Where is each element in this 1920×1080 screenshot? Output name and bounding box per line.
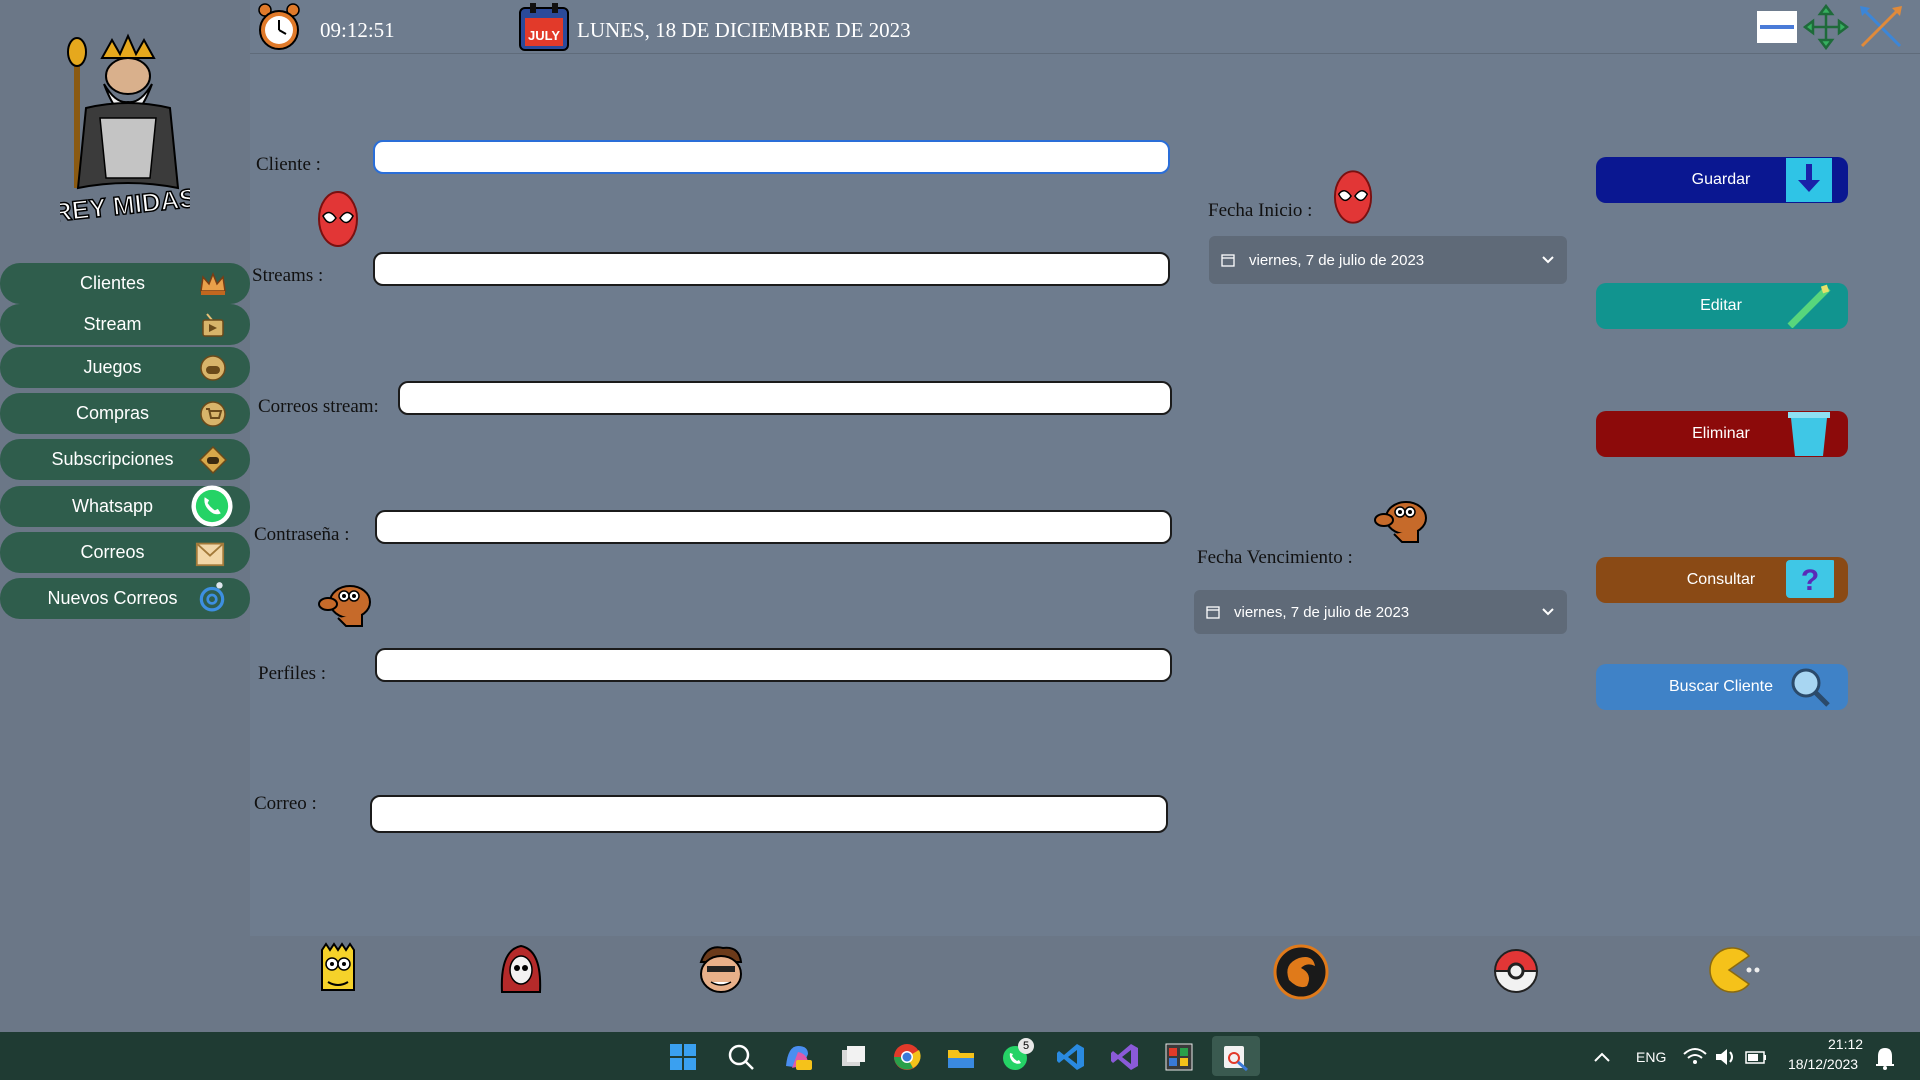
sidebar-item-subscripciones[interactable]: Subscripciones: [0, 439, 250, 480]
cartoon-face-icon: [699, 946, 743, 993]
svg-text:?: ?: [1801, 564, 1819, 597]
windows-taskbar: 5 ENG 21:12 18/12/2023: [0, 1032, 1920, 1080]
taskbar-clock-date[interactable]: 18/12/2023: [1788, 1056, 1858, 1072]
maximize-icon[interactable]: [1803, 4, 1849, 50]
correo-label: Correo :: [254, 793, 317, 814]
correos-stream-input[interactable]: [398, 381, 1172, 415]
notification-bell-icon[interactable]: [1874, 1042, 1896, 1072]
at-sign-icon: [199, 582, 225, 612]
sidebar: REY MIDAS Clientes Stream Juegos Compras…: [0, 0, 250, 936]
cliente-label: Cliente :: [256, 154, 321, 175]
wifi-icon[interactable]: [1682, 1042, 1708, 1072]
taskbar-clock-time[interactable]: 21:12: [1828, 1036, 1863, 1052]
fecha-inicio-label: Fecha Inicio :: [1208, 200, 1313, 221]
whatsapp-badge: 5: [1018, 1038, 1034, 1054]
sidebar-item-correos[interactable]: Correos: [0, 532, 250, 573]
editar-button[interactable]: Editar: [1596, 283, 1848, 329]
fecha-inicio-picker[interactable]: viernes, 7 de julio de 2023: [1209, 236, 1567, 284]
cart-icon: [200, 401, 226, 427]
subscription-icon: [198, 445, 228, 475]
search-icon[interactable]: [726, 1042, 756, 1072]
chevron-down-icon: [1542, 256, 1554, 264]
spiderman-mask-icon: [1333, 170, 1373, 224]
fecha-inicio-value: viernes, 7 de julio de 2023: [1249, 251, 1425, 269]
pencil-icon: [1787, 284, 1831, 328]
sidebar-item-stream[interactable]: Stream: [0, 304, 250, 345]
bottom-mascot-strip: [0, 936, 1920, 1032]
sidebar-item-juegos[interactable]: Juegos: [0, 347, 250, 388]
alarm-clock-icon: [258, 3, 300, 50]
cartoon-dog-icon: [318, 585, 371, 627]
calendar-small-icon: [1206, 606, 1220, 619]
rey-midas-logo: REY MIDAS: [60, 33, 190, 223]
minimize-icon[interactable]: [1754, 4, 1800, 50]
chevron-up-icon[interactable]: [1592, 1042, 1612, 1072]
top-bar: 09:12:51 JULY LUNES, 18 DE DICIEMBRE DE …: [250, 0, 1920, 54]
vscode-icon[interactable]: [1056, 1042, 1086, 1072]
task-view-icon[interactable]: [838, 1042, 868, 1072]
chevron-down-icon: [1542, 608, 1554, 616]
visual-studio-icon[interactable]: [1110, 1042, 1140, 1072]
snipping-tool-icon[interactable]: [1220, 1042, 1250, 1072]
current-date: LUNES, 18 DE DICIEMBRE DE 2023: [577, 18, 911, 42]
bart-simpson-icon: [321, 942, 355, 991]
consultar-button[interactable]: Consultar ?: [1596, 557, 1848, 603]
hooded-skull-icon: [500, 944, 542, 993]
contrasena-input[interactable]: [375, 510, 1172, 544]
streams-input[interactable]: [373, 252, 1170, 286]
app-grid-icon[interactable]: [1164, 1042, 1194, 1072]
close-icon[interactable]: [1858, 4, 1904, 50]
gamepad-icon: [200, 355, 226, 381]
volume-icon[interactable]: [1714, 1042, 1738, 1072]
perfiles-input[interactable]: [375, 648, 1172, 682]
calendar-icon: JULY: [519, 3, 569, 51]
magnifier-icon: [1791, 668, 1830, 707]
pokeball-icon: [1493, 949, 1539, 993]
correos-stream-label: Correos stream:: [258, 396, 379, 417]
eliminar-button[interactable]: Eliminar: [1596, 411, 1848, 457]
cartoon-dog-icon: [1374, 501, 1427, 543]
crown-icon: [200, 271, 226, 295]
main-panel: 09:12:51 JULY LUNES, 18 DE DICIEMBRE DE …: [250, 0, 1920, 936]
envelope-icon: [195, 542, 225, 567]
contrasena-label: Contraseña :: [254, 524, 350, 545]
streams-label: Streams :: [252, 265, 324, 286]
guardar-button[interactable]: Guardar: [1596, 157, 1848, 203]
fecha-vencimiento-label: Fecha Vencimiento :: [1197, 547, 1353, 568]
pacman-icon: [1709, 947, 1760, 993]
cliente-input[interactable]: [373, 140, 1170, 174]
sidebar-item-nuevos-correos[interactable]: Nuevos Correos: [0, 578, 250, 619]
sidebar-item-whatsapp[interactable]: Whatsapp: [0, 485, 250, 527]
correo-input[interactable]: [370, 795, 1168, 833]
chrome-icon[interactable]: [892, 1042, 922, 1072]
sidebar-item-compras[interactable]: Compras: [0, 393, 250, 434]
fecha-vencimiento-value: viernes, 7 de julio de 2023: [1234, 603, 1410, 621]
sidebar-item-clientes[interactable]: Clientes: [0, 263, 250, 304]
mortal-kombat-icon: [1273, 944, 1329, 1000]
tv-icon: [202, 313, 224, 337]
trash-bin-icon: [1788, 412, 1830, 456]
calendar-badge: JULY: [528, 28, 560, 43]
whatsapp-icon: [191, 485, 233, 527]
fecha-vencimiento-picker[interactable]: viernes, 7 de julio de 2023: [1194, 590, 1567, 634]
buscar-cliente-button[interactable]: Buscar Cliente: [1596, 664, 1848, 710]
language-indicator[interactable]: ENG: [1636, 1049, 1666, 1065]
download-arrow-icon: [1786, 158, 1832, 202]
copilot-icon[interactable]: [782, 1042, 812, 1072]
battery-icon[interactable]: [1744, 1042, 1768, 1072]
calendar-small-icon: [1221, 254, 1235, 267]
question-mark-icon: ?: [1786, 560, 1834, 598]
file-explorer-icon[interactable]: [946, 1042, 976, 1072]
perfiles-label: Perfiles :: [258, 663, 327, 684]
windows-start-icon[interactable]: [668, 1042, 698, 1072]
spiderman-mask-icon: [318, 191, 358, 247]
clock-time: 09:12:51: [320, 18, 395, 42]
